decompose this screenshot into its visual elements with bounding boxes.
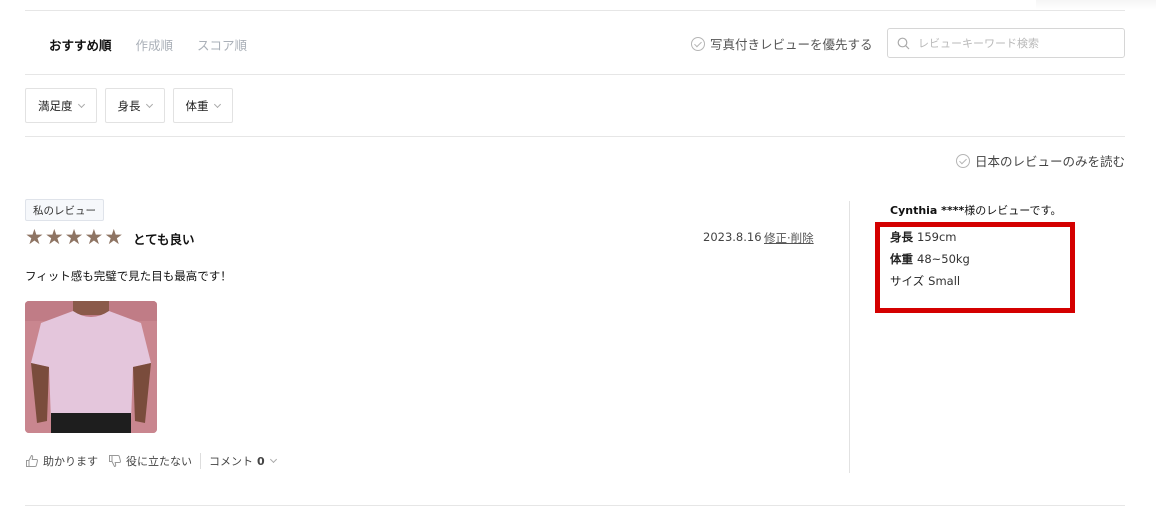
tab-created[interactable]: 作成順	[136, 35, 174, 54]
star-icon: ★	[25, 225, 44, 249]
filter-row: 満足度 身長 体重	[25, 88, 233, 123]
comment-toggle[interactable]: コメント 0	[209, 453, 277, 469]
chevron-down-icon	[213, 100, 221, 108]
chevron-down-icon	[269, 455, 277, 464]
star-icon: ★	[84, 225, 104, 249]
review-body: フィット感も完璧で見た目も最高です！	[25, 269, 232, 283]
star-rating: ★ ★ ★ ★ ★	[25, 225, 124, 249]
comment-label: コメント	[209, 455, 253, 468]
shirt-photo-image	[25, 301, 157, 433]
edit-delete-link[interactable]: 修正·削除	[764, 230, 814, 246]
highlight-box	[875, 222, 1075, 313]
action-separator	[200, 453, 201, 469]
review-title: とても良い	[133, 232, 195, 247]
filter-label: 満足度	[38, 98, 73, 113]
top-right-shadow	[1036, 0, 1156, 10]
check-circle-icon	[955, 153, 970, 168]
tab-recommended[interactable]: おすすめ順	[49, 35, 112, 54]
star-icon: ★	[64, 225, 84, 249]
review-actions: 助かります 役に立たない コメント 0	[25, 453, 277, 469]
divider-top	[25, 10, 1125, 11]
not-helpful-button[interactable]: 役に立たない	[108, 453, 192, 469]
not-helpful-label: 役に立たない	[126, 455, 192, 468]
divider-bottom	[25, 505, 1125, 506]
reviewer-name: Cynthia ****	[890, 204, 965, 217]
thumbs-down-icon	[109, 455, 121, 468]
comment-count: 0	[257, 454, 265, 468]
reviewer-suffix: 様のレビューです。	[964, 204, 1062, 217]
divider-sort	[25, 74, 1125, 75]
star-icon: ★	[104, 225, 124, 249]
star-icon: ★	[44, 225, 64, 249]
search-input[interactable]	[918, 36, 1108, 50]
check-circle-icon	[691, 36, 705, 51]
search-box	[887, 28, 1125, 58]
filter-label: 身長	[117, 98, 141, 113]
reviewer-line: Cynthia ****様のレビューです。	[890, 202, 1061, 218]
review-photo[interactable]	[25, 301, 157, 433]
filter-height-button[interactable]: 身長	[104, 88, 165, 123]
divider-filters	[25, 136, 1125, 137]
search-icon	[897, 37, 910, 49]
tab-score[interactable]: スコア順	[197, 35, 247, 54]
photo-priority-label: 写真付きレビューを優先する	[710, 37, 873, 52]
my-review-badge: 私のレビュー	[25, 199, 104, 221]
filter-satisfaction-button[interactable]: 満足度	[25, 88, 97, 123]
helpful-label: 助かります	[43, 455, 98, 468]
review-date: 2023.8.16	[703, 230, 762, 244]
filter-weight-button[interactable]: 体重	[172, 88, 233, 123]
photo-priority-toggle[interactable]: 写真付きレビューを優先する	[691, 34, 873, 53]
chevron-down-icon	[77, 100, 85, 108]
chevron-down-icon	[145, 100, 153, 108]
helpful-button[interactable]: 助かります	[25, 453, 98, 469]
japan-only-label: 日本のレビューのみを読む	[974, 154, 1125, 169]
sort-tabs: おすすめ順 作成順 スコア順	[49, 35, 247, 54]
japan-only-toggle[interactable]: 日本のレビューのみを読む	[955, 151, 1125, 170]
column-divider	[849, 201, 850, 473]
filter-label: 体重	[185, 98, 209, 113]
thumbs-up-icon	[26, 454, 38, 467]
